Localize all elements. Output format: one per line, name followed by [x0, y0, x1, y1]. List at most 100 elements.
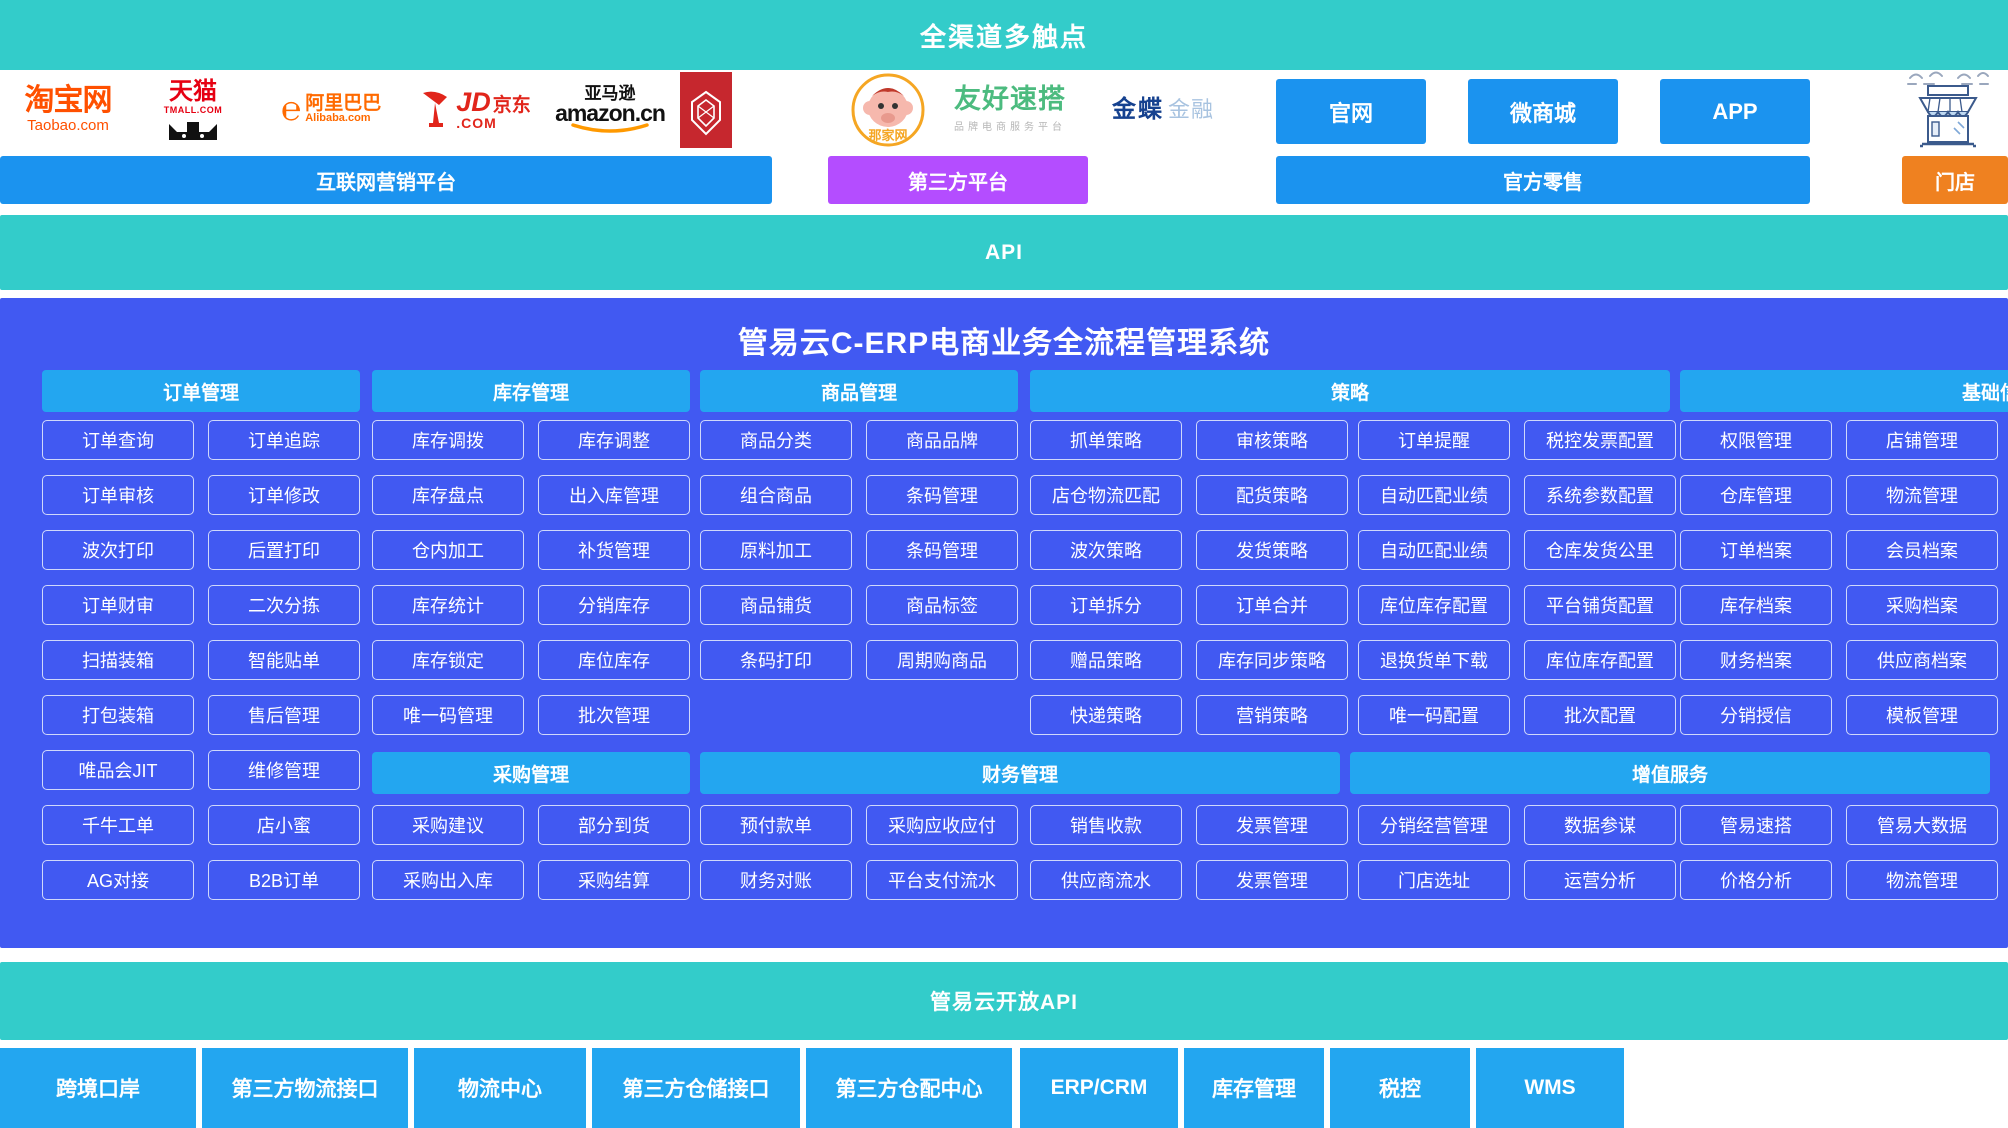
module-cell[interactable]: 平台支付流水: [866, 860, 1018, 900]
module-cell[interactable]: 财务档案: [1680, 640, 1832, 680]
module-cell[interactable]: 仓库发货公里: [1524, 530, 1676, 570]
module-cell[interactable]: 补货管理: [538, 530, 690, 570]
module-cell[interactable]: 订单查询: [42, 420, 194, 460]
module-cell[interactable]: 仓内加工: [372, 530, 524, 570]
module-cell[interactable]: 商品分类: [700, 420, 852, 460]
module-cell[interactable]: 店铺管理: [1846, 420, 1998, 460]
module-cell[interactable]: 商品铺货: [700, 585, 852, 625]
module-cell[interactable]: 订单合并: [1196, 585, 1348, 625]
section-header-1[interactable]: 库存管理: [372, 370, 690, 412]
module-cell[interactable]: 原料加工: [700, 530, 852, 570]
footer-chip-1[interactable]: 第三方物流接口: [202, 1048, 408, 1128]
chip-wechat-mall[interactable]: 微商城: [1468, 79, 1618, 144]
section-header-7[interactable]: 增值服务: [1350, 752, 1990, 794]
module-cell[interactable]: 商品标签: [866, 585, 1018, 625]
module-cell[interactable]: 采购建议: [372, 805, 524, 845]
module-cell[interactable]: 采购出入库: [372, 860, 524, 900]
module-cell[interactable]: 营销策略: [1196, 695, 1348, 735]
category-bar-third-party[interactable]: 第三方平台: [828, 156, 1088, 204]
module-cell[interactable]: 维修管理: [208, 750, 360, 790]
module-cell[interactable]: 审核策略: [1196, 420, 1348, 460]
module-cell[interactable]: 运营分析: [1524, 860, 1676, 900]
module-cell[interactable]: 唯品会JIT: [42, 750, 194, 790]
module-cell[interactable]: 售后管理: [208, 695, 360, 735]
section-header-5[interactable]: 采购管理: [372, 752, 690, 794]
module-cell[interactable]: 条码打印: [700, 640, 852, 680]
module-cell[interactable]: 库位库存配置: [1524, 640, 1676, 680]
module-cell[interactable]: 配货策略: [1196, 475, 1348, 515]
module-cell[interactable]: 订单追踪: [208, 420, 360, 460]
module-cell[interactable]: 订单拆分: [1030, 585, 1182, 625]
module-cell[interactable]: 发货策略: [1196, 530, 1348, 570]
chip-official-site[interactable]: 官网: [1276, 79, 1426, 144]
module-cell[interactable]: 库存档案: [1680, 585, 1832, 625]
category-bar-official-retail[interactable]: 官方零售: [1276, 156, 1810, 204]
module-cell[interactable]: 组合商品: [700, 475, 852, 515]
module-cell[interactable]: 物流管理: [1846, 860, 1998, 900]
module-cell[interactable]: 分销库存: [538, 585, 690, 625]
module-cell[interactable]: 发票管理: [1196, 860, 1348, 900]
module-cell[interactable]: 赠品策略: [1030, 640, 1182, 680]
section-header-0[interactable]: 订单管理: [42, 370, 360, 412]
module-cell[interactable]: 千牛工单: [42, 805, 194, 845]
module-cell[interactable]: 供应商档案: [1846, 640, 1998, 680]
module-cell[interactable]: 价格分析: [1680, 860, 1832, 900]
module-cell[interactable]: 分销经营管理: [1358, 805, 1510, 845]
module-cell[interactable]: 快递策略: [1030, 695, 1182, 735]
module-cell[interactable]: 自动匹配业绩: [1358, 475, 1510, 515]
section-header-2[interactable]: 商品管理: [700, 370, 1018, 412]
module-cell[interactable]: 订单审核: [42, 475, 194, 515]
module-cell[interactable]: 税控发票配置: [1524, 420, 1676, 460]
module-cell[interactable]: 采购结算: [538, 860, 690, 900]
module-cell[interactable]: 模板管理: [1846, 695, 1998, 735]
section-header-6[interactable]: 财务管理: [700, 752, 1340, 794]
module-cell[interactable]: 店仓物流匹配: [1030, 475, 1182, 515]
module-cell[interactable]: B2B订单: [208, 860, 360, 900]
category-bar-internet-marketing[interactable]: 互联网营销平台: [0, 156, 772, 204]
module-cell[interactable]: 管易速搭: [1680, 805, 1832, 845]
module-cell[interactable]: 周期购商品: [866, 640, 1018, 680]
module-cell[interactable]: 库存盘点: [372, 475, 524, 515]
module-cell[interactable]: 订单档案: [1680, 530, 1832, 570]
module-cell[interactable]: 库位库存: [538, 640, 690, 680]
module-cell[interactable]: 条码管理: [866, 530, 1018, 570]
module-cell[interactable]: 订单财审: [42, 585, 194, 625]
chip-app[interactable]: APP: [1660, 79, 1810, 144]
module-cell[interactable]: 订单修改: [208, 475, 360, 515]
module-cell[interactable]: 二次分拣: [208, 585, 360, 625]
module-cell[interactable]: 批次配置: [1524, 695, 1676, 735]
module-cell[interactable]: 销售收款: [1030, 805, 1182, 845]
footer-chip-0[interactable]: 跨境口岸: [0, 1048, 196, 1128]
module-cell[interactable]: 波次打印: [42, 530, 194, 570]
section-header-3[interactable]: 策略: [1030, 370, 1670, 412]
module-cell[interactable]: 商品品牌: [866, 420, 1018, 460]
module-cell[interactable]: 采购应收应付: [866, 805, 1018, 845]
module-cell[interactable]: 订单提醒: [1358, 420, 1510, 460]
module-cell[interactable]: 库存统计: [372, 585, 524, 625]
module-cell[interactable]: 智能贴单: [208, 640, 360, 680]
module-cell[interactable]: 库存锁定: [372, 640, 524, 680]
module-cell[interactable]: 数据参谋: [1524, 805, 1676, 845]
module-cell[interactable]: 管易大数据: [1846, 805, 1998, 845]
module-cell[interactable]: 系统参数配置: [1524, 475, 1676, 515]
footer-chip-4[interactable]: 第三方仓配中心: [806, 1048, 1012, 1128]
footer-chip-8[interactable]: WMS: [1476, 1048, 1624, 1128]
module-cell[interactable]: 扫描装箱: [42, 640, 194, 680]
module-cell[interactable]: 库存调拨: [372, 420, 524, 460]
module-cell[interactable]: 预付款单: [700, 805, 852, 845]
module-cell[interactable]: 平台铺货配置: [1524, 585, 1676, 625]
footer-chip-2[interactable]: 物流中心: [414, 1048, 586, 1128]
module-cell[interactable]: 自动匹配业绩: [1358, 530, 1510, 570]
module-cell[interactable]: 店小蜜: [208, 805, 360, 845]
module-cell[interactable]: 退换货单下载: [1358, 640, 1510, 680]
module-cell[interactable]: 出入库管理: [538, 475, 690, 515]
module-cell[interactable]: 部分到货: [538, 805, 690, 845]
module-cell[interactable]: 供应商流水: [1030, 860, 1182, 900]
module-cell[interactable]: 唯一码管理: [372, 695, 524, 735]
module-cell[interactable]: 门店选址: [1358, 860, 1510, 900]
module-cell[interactable]: 波次策略: [1030, 530, 1182, 570]
footer-chip-6[interactable]: 库存管理: [1184, 1048, 1324, 1128]
module-cell[interactable]: 发票管理: [1196, 805, 1348, 845]
module-cell[interactable]: 库存调整: [538, 420, 690, 460]
module-cell[interactable]: 唯一码配置: [1358, 695, 1510, 735]
